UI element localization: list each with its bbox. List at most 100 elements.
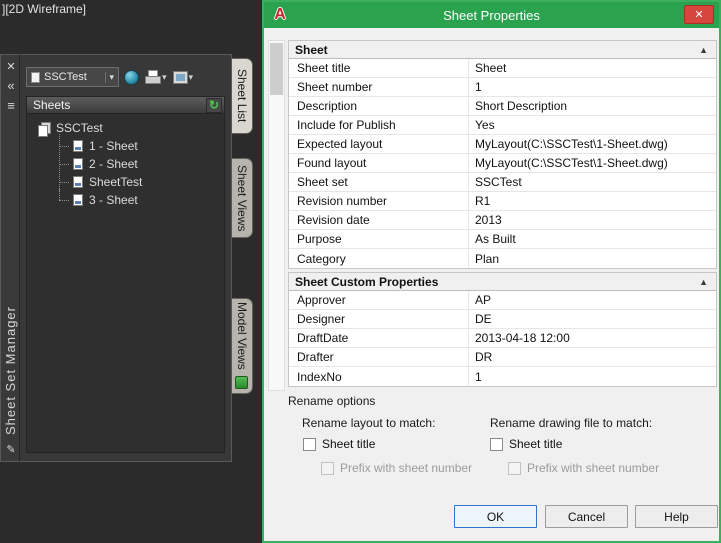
tab-model-views[interactable]: Model Views	[232, 298, 253, 394]
property-value[interactable]: 1	[469, 78, 716, 96]
chevron-down-icon[interactable]: ▾	[189, 72, 194, 83]
plot-button[interactable]: ▾	[144, 67, 168, 87]
sheets-header-label: Sheets	[33, 98, 71, 112]
checkbox-label: Sheet title	[509, 437, 563, 451]
tree-item-3-sheet[interactable]: 3 - Sheet	[53, 188, 222, 209]
property-label: DraftDate	[289, 329, 469, 347]
property-value[interactable]: 2013-04-18 12:00	[469, 329, 716, 347]
close-icon[interactable]: ✕	[684, 5, 714, 24]
collapse-arrow-icon[interactable]: ▲	[699, 45, 708, 55]
sheet-set-manager-palette: ✕ « ≡ Sheet Set Manager ✎ SSCTest ▾ ▾ ▾ …	[0, 54, 254, 462]
property-value[interactable]: DR	[469, 348, 716, 366]
tree-item-sheettest[interactable]: SheetTest	[53, 170, 222, 191]
dialog-titlebar: A Sheet Properties ✕	[264, 2, 719, 28]
sheet-set-combo[interactable]: SSCTest ▾	[26, 67, 119, 87]
checkbox-row-layout-sheet-title[interactable]: Sheet title	[303, 437, 375, 451]
checkbox-row-layout-prefix: Prefix with sheet number	[321, 461, 472, 475]
tree-item-label: SheetTest	[89, 175, 143, 189]
palette-tab-strip: Sheet List Sheet Views Model Views	[232, 54, 254, 462]
property-label: Description	[289, 97, 469, 115]
sheet-icon	[73, 158, 83, 170]
tree-root-item[interactable]: SSCTest	[29, 119, 222, 137]
property-label: IndexNo	[289, 367, 469, 386]
checkbox-icon[interactable]	[303, 437, 316, 451]
property-value: MyLayout(C:\SSCTest\1-Sheet.dwg)	[475, 156, 668, 170]
publish-button[interactable]	[123, 67, 140, 87]
scrollbar-thumb[interactable]	[270, 43, 283, 95]
checkbox-label: Prefix with sheet number	[340, 461, 473, 475]
model-views-icon	[235, 376, 248, 389]
collapse-arrow-icon[interactable]: ▲	[699, 277, 708, 287]
sheet-set-icon	[31, 71, 40, 83]
autocad-logo-icon: A	[274, 5, 286, 23]
palette-properties-icon[interactable]: ≡	[1, 99, 21, 113]
checkbox-icon	[508, 461, 521, 475]
sheet-icon	[73, 176, 83, 188]
section-header-label: Sheet	[295, 42, 328, 57]
property-label: Include for Publish	[289, 116, 469, 134]
ok-button[interactable]: OK	[454, 505, 537, 528]
rename-file-heading: Rename drawing file to match:	[490, 416, 653, 430]
checkbox-label: Sheet title	[322, 437, 376, 451]
tree-item-label: 2 - Sheet	[89, 157, 138, 171]
property-value[interactable]: Sheet	[469, 59, 716, 77]
property-value[interactable]: Yes	[469, 116, 716, 134]
property-label: Revision date	[289, 211, 469, 229]
checkbox-icon[interactable]	[490, 437, 503, 451]
palette-toolbar: SSCTest ▾ ▾ ▾	[26, 67, 225, 87]
publish-icon	[124, 69, 139, 85]
tab-model-views-label: Model Views	[235, 302, 249, 370]
property-row: Purpose As Built	[289, 230, 716, 249]
chevron-down-icon[interactable]: ▾	[105, 71, 114, 83]
property-row: Expected layout MyLayout(C:\SSCTest\1-She…	[289, 135, 716, 154]
checkbox-label: Prefix with sheet number	[527, 461, 660, 475]
pencil-icon[interactable]: ✎	[1, 443, 21, 457]
property-label: Purpose	[289, 230, 469, 248]
chevron-down-icon[interactable]: ▾	[162, 72, 167, 83]
sheet-selection-icon	[172, 70, 188, 84]
sheets-tree: SSCTest 1 - Sheet 2 - Sheet SheetTest 3 …	[26, 114, 225, 453]
checkbox-row-file-prefix: Prefix with sheet number	[508, 461, 659, 475]
tab-sheet-views[interactable]: Sheet Views	[232, 158, 253, 238]
property-row: DraftDate 2013-04-18 12:00	[289, 329, 716, 348]
section-header-label: Sheet Custom Properties	[295, 274, 439, 289]
help-button[interactable]: Help	[635, 505, 718, 528]
property-value[interactable]: 2013	[469, 211, 716, 229]
property-label: Expected layout	[289, 135, 469, 153]
section-header-custom[interactable]: Sheet Custom Properties ▲	[289, 273, 716, 291]
refresh-icon[interactable]: ↻	[206, 97, 222, 113]
section-header-sheet[interactable]: Sheet ▲	[289, 41, 716, 59]
rename-options-label: Rename options	[288, 394, 376, 408]
property-value[interactable]: AP	[469, 291, 716, 309]
autohide-icon[interactable]: «	[1, 79, 21, 93]
property-label: Revision number	[289, 192, 469, 210]
property-value[interactable]: Short Description	[469, 97, 716, 115]
palette-close-icon[interactable]: ✕	[1, 60, 21, 74]
cancel-button[interactable]: Cancel	[545, 505, 628, 528]
tree-root-label: SSCTest	[56, 121, 103, 135]
tree-item-2-sheet[interactable]: 2 - Sheet	[53, 152, 222, 173]
property-value[interactable]: Plan	[469, 249, 716, 268]
property-row: Sheet number 1	[289, 78, 716, 97]
property-row: Category Plan	[289, 249, 716, 268]
tab-sheet-list[interactable]: Sheet List	[232, 58, 253, 134]
property-value[interactable]: R1	[469, 192, 716, 210]
property-label: Designer	[289, 310, 469, 328]
rename-layout-heading: Rename layout to match:	[302, 416, 436, 430]
property-section-custom: Sheet Custom Properties ▲ Approver AP Des…	[288, 272, 717, 387]
viewport-controls-label[interactable]: ][2D Wireframe]	[2, 2, 86, 16]
dialog-title: Sheet Properties	[443, 7, 540, 23]
tree-item-1-sheet[interactable]: 1 - Sheet	[53, 134, 222, 155]
dialog-scrollbar[interactable]	[268, 40, 285, 391]
checkbox-row-file-sheet-title[interactable]: Sheet title	[490, 437, 562, 451]
property-row: Found layout MyLayout(C:\SSCTest\1-Sheet.…	[289, 154, 716, 173]
sheet-selection-button[interactable]: ▾	[172, 67, 195, 87]
sheet-set-combo-value: SSCTest	[44, 71, 87, 83]
property-label: Sheet number	[289, 78, 469, 96]
property-row: Description Short Description	[289, 97, 716, 116]
property-value[interactable]: 1	[469, 367, 716, 386]
property-row: Designer DE	[289, 310, 716, 329]
property-value[interactable]: As Built	[469, 230, 716, 248]
tree-item-label: 3 - Sheet	[89, 193, 138, 207]
property-value[interactable]: DE	[469, 310, 716, 328]
